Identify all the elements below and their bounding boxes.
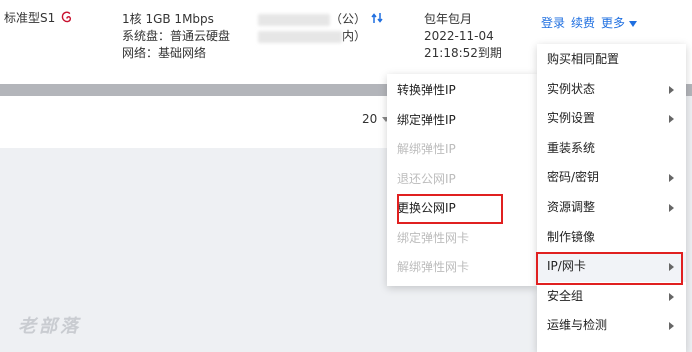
menu-item-label: 运维与检测 xyxy=(547,318,608,333)
submenu-item: 退还公网IP xyxy=(397,171,456,186)
more-link[interactable]: 更多 xyxy=(601,16,637,30)
instance-config: 1核 1GB 1Mbps 系统盘：普通云硬盘 网络：基础网络 xyxy=(122,11,230,62)
page-size-value: 20 xyxy=(362,112,378,126)
menu-item-label: 购买相同配置 xyxy=(547,52,620,66)
expire-time: 21:18:52到期 xyxy=(424,46,502,60)
watermark: 老部落 xyxy=(18,316,81,337)
menu-item[interactable]: 实例状态 xyxy=(537,75,686,105)
menu-item-label: 实例设置 xyxy=(547,111,596,126)
chevron-right-icon xyxy=(669,292,674,301)
chevron-right-icon xyxy=(669,203,674,212)
menu-item-label: 制作镜像 xyxy=(547,229,596,244)
menu-item-label: 实例状态 xyxy=(547,81,596,96)
debian-logo-icon xyxy=(61,11,72,23)
menu-item[interactable]: 实例设置 xyxy=(537,104,686,134)
config-line-network: 网络：基础网络 xyxy=(122,46,207,60)
menu-item[interactable]: 资源调整 xyxy=(537,193,686,223)
chevron-right-icon xyxy=(669,85,674,94)
masked-public-ip xyxy=(258,13,330,26)
private-ip-suffix: 内） xyxy=(342,29,367,43)
submenu-item: 解绑弹性IP xyxy=(397,142,456,156)
menu-item-label: IP/网卡 xyxy=(547,259,586,274)
menu-item[interactable]: 密码/密钥 xyxy=(537,163,686,193)
more-menu: 购买相同配置 实例状态实例设置重装系统密码/密钥资源调整制作镜像 IP/网卡安全组运… xyxy=(537,44,686,352)
billing-type: 包年包月 xyxy=(424,12,473,26)
menu-item[interactable]: 购买相同配置 xyxy=(537,45,686,75)
swap-ip-icon[interactable] xyxy=(370,11,384,25)
submenu-item[interactable]: 转换弹性IP xyxy=(387,76,537,106)
public-ip-suffix: （公） xyxy=(330,12,367,26)
chevron-right-icon xyxy=(669,322,674,331)
instance-ip: （公） 内） xyxy=(258,11,366,45)
renew-link[interactable]: 续费 xyxy=(571,16,595,30)
chevron-right-icon xyxy=(669,174,674,183)
submenu-item: 绑定弹性网卡 xyxy=(397,230,470,245)
chevron-right-icon xyxy=(669,115,674,124)
menu-item[interactable]: 运维与检测 xyxy=(537,311,686,341)
menu-item[interactable]: 重装系统 xyxy=(537,134,686,164)
config-line-disk: 系统盘：普通云硬盘 xyxy=(122,29,231,43)
more-label: 更多 xyxy=(601,16,626,30)
menu-item[interactable]: 安全组 xyxy=(537,282,686,312)
caret-down-icon xyxy=(628,20,637,27)
masked-private-ip xyxy=(258,30,342,43)
ip-submenu: 转换弹性IP 绑定弹性IP 解绑弹性IP 退还公网IP 更换公网IP 绑定弹性网卡 解绑弹性… xyxy=(387,74,537,286)
menu-item-label: 密码/密钥 xyxy=(547,170,600,185)
menu-item-label: 资源调整 xyxy=(547,199,596,214)
menu-item-label: 重装系统 xyxy=(547,140,596,155)
chevron-right-icon xyxy=(669,263,674,272)
config-line-cpu: 1核 1GB 1Mbps xyxy=(122,12,214,26)
public-ip: （公） xyxy=(258,11,366,28)
submenu-item: 解绑弹性网卡 xyxy=(397,260,470,274)
operations: 登录 续费 更多 xyxy=(541,15,643,32)
submenu-item[interactable]: 更换公网IP xyxy=(387,194,537,224)
menu-item[interactable]: IP/网卡 xyxy=(537,252,686,282)
billing-info: 包年包月 2022-11-04 21:18:52到期 xyxy=(424,11,502,62)
login-link[interactable]: 登录 xyxy=(541,16,565,30)
menu-item-label: 安全组 xyxy=(547,288,584,303)
menu-item[interactable]: 制作镜像 xyxy=(537,223,686,253)
instance-spec: 标准型S1 xyxy=(4,11,56,25)
submenu-item[interactable]: 绑定弹性IP xyxy=(387,106,537,136)
expire-date: 2022-11-04 xyxy=(424,29,494,43)
private-ip: 内） xyxy=(258,28,366,45)
